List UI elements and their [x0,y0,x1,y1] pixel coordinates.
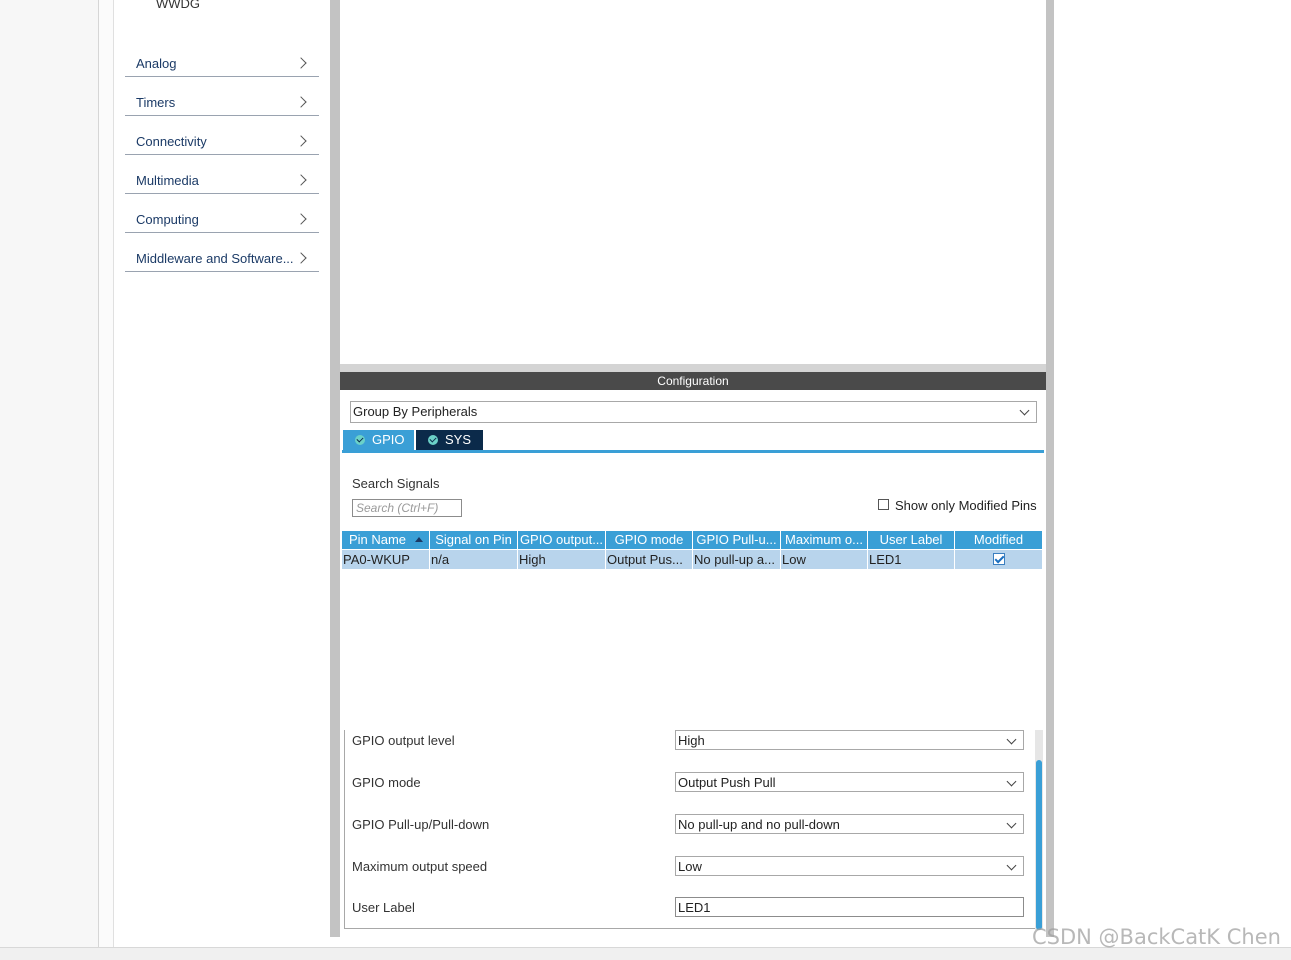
column-header-max-output[interactable]: Maximum o... [781,531,867,549]
table-cell-max-output[interactable]: Low [781,550,867,569]
select-value: No pull-up and no pull-down [678,817,840,832]
prop-label-user-label: User Label [352,900,415,915]
left-gutter-inner [99,0,114,947]
column-header-gpio-mode[interactable]: GPIO mode [606,531,692,549]
category-analog[interactable]: Analog [125,38,319,77]
chevron-right-icon [295,213,307,225]
properties-scrollbar-thumb[interactable] [1036,760,1042,930]
chevron-right-icon [295,96,307,108]
left-gutter [0,0,99,947]
chevron-down-icon [1006,734,1017,745]
column-header-signal[interactable]: Signal on Pin [430,531,517,549]
tab-sys[interactable]: SYS [416,430,483,450]
watermark: CSDN @BackCatK Chen [1032,925,1281,949]
table-cell-gpio-pull[interactable]: No pull-up a... [693,550,780,569]
table-cell-user-label[interactable]: LED1 [868,550,954,569]
show-modified-checkbox[interactable] [878,499,889,510]
column-header-gpio-output[interactable]: GPIO output... [518,531,605,549]
table-cell-signal[interactable]: n/a [430,550,517,569]
prop-label-max-speed: Maximum output speed [352,859,488,874]
sort-ascending-icon [415,537,423,542]
table-cell-pin-name[interactable]: PA0-WKUP [342,550,429,569]
group-by-value: Group By Peripherals [353,404,478,419]
chevron-right-icon [295,252,307,264]
mode-view-area [340,0,1046,364]
prop-label-gpio-mode: GPIO mode [352,775,421,790]
tab-gpio[interactable]: GPIO [343,430,414,450]
check-circle-icon [355,435,365,445]
category-timers[interactable]: Timers [125,77,319,116]
chevron-right-icon [295,135,307,147]
user-label-input[interactable] [675,897,1024,917]
category-connectivity[interactable]: Connectivity [125,116,319,155]
check-circle-icon [428,435,438,445]
tab-label: GPIO [372,432,405,447]
column-header-gpio-pull[interactable]: GPIO Pull-u... [693,531,780,549]
column-header-label: Pin Name [348,532,407,547]
tab-underline [342,450,1044,453]
table-cell-gpio-mode[interactable]: Output Pus... [606,550,692,569]
prop-label-gpio-pull: GPIO Pull-up/Pull-down [352,817,490,832]
category-label: Middleware and Software... [136,251,294,266]
chevron-down-icon [1019,405,1030,416]
tab-label: SYS [445,432,472,447]
chevron-right-icon [295,57,307,69]
show-modified-label[interactable]: Show only Modified Pins [895,498,1037,513]
category-label: Connectivity [136,134,207,149]
category-item-wwdg[interactable]: WWDG [156,0,200,11]
panel-splitter[interactable] [330,0,340,937]
category-label: Timers [136,95,176,110]
search-input[interactable] [352,499,462,517]
search-signals-title: Search Signals [352,476,440,491]
max-output-speed-select[interactable]: Low [675,856,1024,876]
table-cell-gpio-output[interactable]: High [518,550,605,569]
category-label: Multimedia [136,173,199,188]
column-header-user-label[interactable]: User Label [868,531,954,549]
column-header-pin-name[interactable]: Pin Name [342,531,429,549]
gpio-output-level-select[interactable]: High [675,730,1024,750]
chevron-down-icon [1006,776,1017,787]
chevron-right-icon [295,174,307,186]
column-header-modified[interactable]: Modified [955,531,1042,549]
configuration-header: Configuration [340,372,1046,390]
group-by-select[interactable]: Group By Peripherals [350,401,1037,423]
category-label: Analog [136,56,177,71]
gpio-pull-select[interactable]: No pull-up and no pull-down [675,814,1024,834]
gpio-mode-select[interactable]: Output Push Pull [675,772,1024,792]
select-value: Low [678,859,702,874]
panel-splitter-right[interactable] [1046,0,1054,937]
prop-label-gpio-output-level: GPIO output level [352,733,455,748]
select-value: High [678,733,705,748]
chevron-down-icon [1006,860,1017,871]
category-computing[interactable]: Computing [125,194,319,233]
category-multimedia[interactable]: Multimedia [125,155,319,194]
category-middleware[interactable]: Middleware and Software... [125,233,319,272]
select-value: Output Push Pull [678,775,776,790]
category-label: Computing [136,212,199,227]
chevron-down-icon [1006,818,1017,829]
modified-checkbox-icon[interactable] [993,553,1005,565]
horizontal-splitter[interactable] [340,364,1046,372]
